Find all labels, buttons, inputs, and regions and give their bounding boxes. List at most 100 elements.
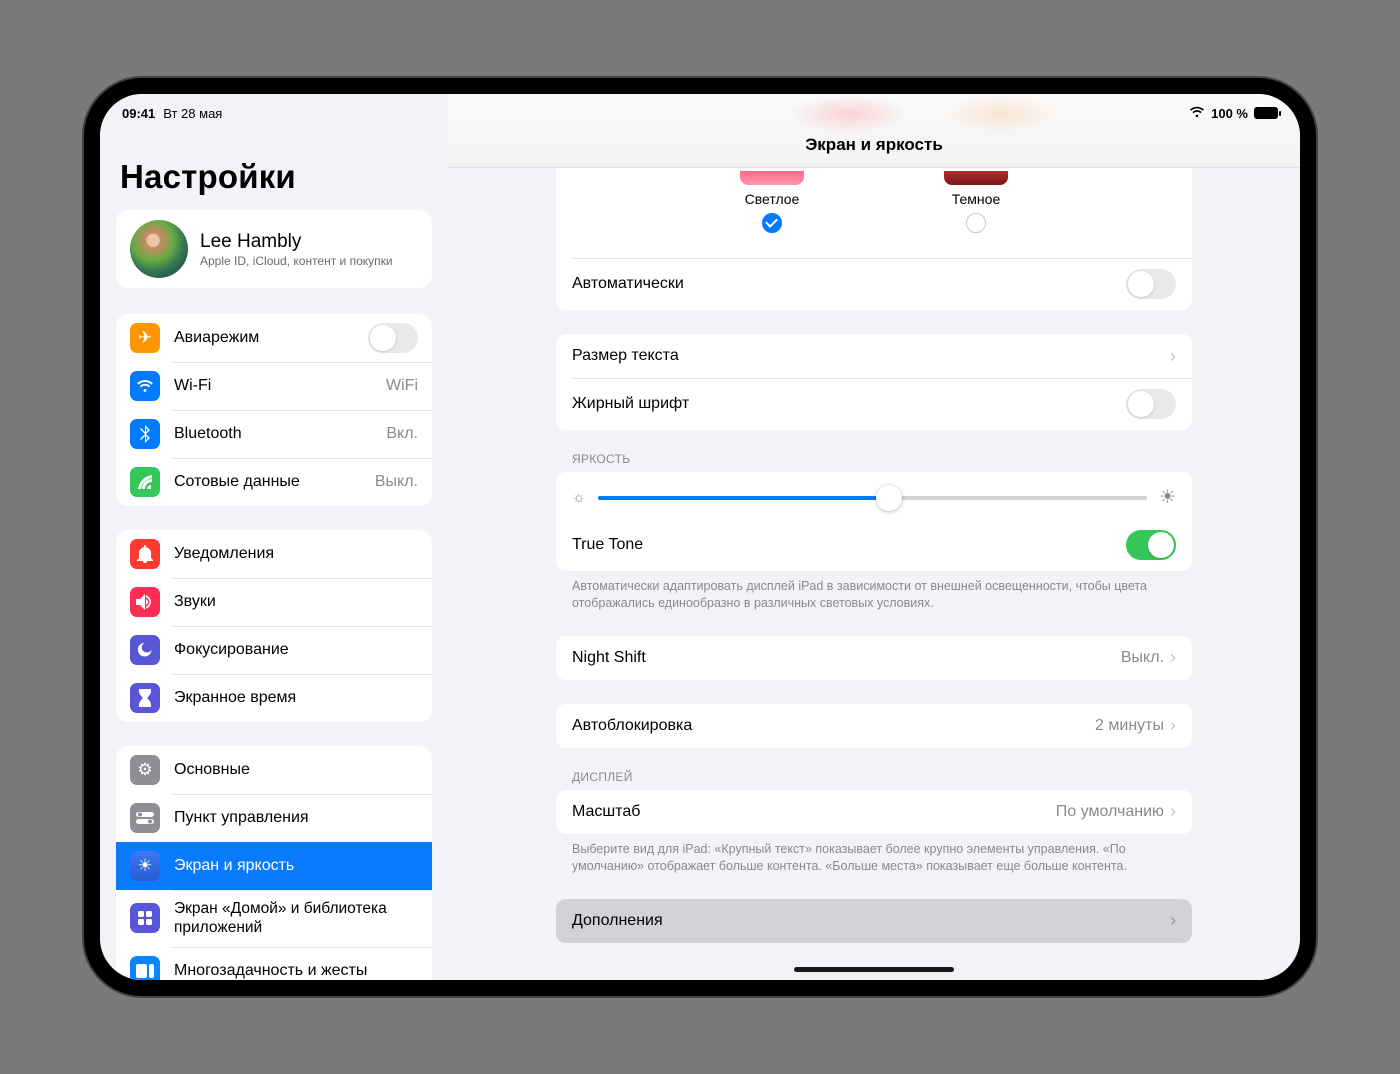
- multitask-icon: [130, 956, 160, 980]
- autolock-group: Автоблокировка 2 минуты ›: [556, 704, 1192, 748]
- light-label: Светлое: [740, 191, 804, 207]
- light-radio[interactable]: [762, 213, 782, 233]
- row-automatic[interactable]: Автоматически: [556, 258, 1192, 310]
- display-label: Экран и яркость: [174, 857, 418, 875]
- row-brightness-slider[interactable]: ☼ ☀︎: [556, 472, 1192, 519]
- appearance-group: Светлое Темное Авто: [556, 168, 1192, 310]
- speaker-icon: [130, 587, 160, 617]
- home-indicator[interactable]: [794, 967, 954, 972]
- focus-label: Фокусирование: [174, 641, 418, 659]
- dark-radio[interactable]: [966, 213, 986, 233]
- general-label: Основные: [174, 761, 418, 779]
- ipad-frame: 09:41 Вт 28 мая 100 % Настройки Lee Hamb: [84, 78, 1316, 996]
- bluetooth-icon: [130, 419, 160, 449]
- screen: 09:41 Вт 28 мая 100 % Настройки Lee Hamb: [100, 94, 1300, 980]
- control-center-label: Пункт управления: [174, 809, 418, 827]
- night-shift-label: Night Shift: [572, 649, 1121, 667]
- home-screen-label: Экран «Домой» и библиотека приложений: [174, 899, 418, 938]
- night-shift-value: Выкл.: [1121, 649, 1164, 667]
- zoom-label: Масштаб: [572, 803, 1056, 821]
- moon-icon: [130, 635, 160, 665]
- wifi-icon: [1189, 105, 1205, 121]
- night-shift-group: Night Shift Выкл. ›: [556, 636, 1192, 680]
- dark-swatch: [944, 171, 1008, 185]
- bold-text-label: Жирный шрифт: [572, 395, 1126, 413]
- zoom-group: Масштаб По умолчанию ›: [556, 790, 1192, 834]
- apple-id-row[interactable]: Lee Hambly Apple ID, iCloud, контент и п…: [116, 210, 432, 288]
- autolock-value: 2 минуты: [1095, 717, 1164, 735]
- row-autolock[interactable]: Автоблокировка 2 минуты ›: [556, 704, 1192, 748]
- cellular-value: Выкл.: [375, 473, 418, 491]
- appearance-light[interactable]: Светлое: [740, 185, 804, 233]
- automatic-toggle[interactable]: [1126, 269, 1176, 299]
- group-connectivity: ✈︎ Авиарежим Wi-Fi WiFi: [116, 314, 432, 506]
- avatar: [130, 220, 188, 278]
- chevron-icon: ›: [1170, 715, 1176, 736]
- brightness-group: ☼ ☀︎ True Tone: [556, 472, 1192, 571]
- autolock-label: Автоблокировка: [572, 717, 1095, 735]
- bluetooth-label: Bluetooth: [174, 425, 372, 443]
- airplane-toggle[interactable]: [368, 323, 418, 353]
- airplane-label: Авиарежим: [174, 329, 354, 347]
- settings-title: Настройки: [120, 158, 428, 196]
- row-cellular[interactable]: Сотовые данные Выкл.: [116, 458, 432, 506]
- sidebar: Настройки Lee Hambly Apple ID, iCloud, к…: [100, 94, 448, 980]
- multitasking-label: Многозадачность и жесты: [174, 962, 418, 980]
- status-time: 09:41: [122, 106, 155, 121]
- brightness-slider[interactable]: [598, 496, 1147, 500]
- row-wifi[interactable]: Wi-Fi WiFi: [116, 362, 432, 410]
- row-airplane[interactable]: ✈︎ Авиарежим: [116, 314, 432, 362]
- row-addons[interactable]: Дополнения ›: [556, 899, 1192, 943]
- dark-label: Темное: [944, 191, 1008, 207]
- true-tone-toggle[interactable]: [1126, 530, 1176, 560]
- row-zoom[interactable]: Масштаб По умолчанию ›: [556, 790, 1192, 834]
- group-system: ⚙ Основные Пункт управления ☀︎ Экран и я…: [116, 746, 432, 980]
- detail-title-text: Экран и яркость: [805, 135, 943, 155]
- brightness-header: ЯРКОСТЬ: [572, 452, 1192, 466]
- cellular-icon: [130, 467, 160, 497]
- sun-small-icon: ☼: [572, 489, 586, 506]
- airplane-icon: ✈︎: [130, 323, 160, 353]
- row-control-center[interactable]: Пункт управления: [116, 794, 432, 842]
- profile-sub: Apple ID, iCloud, контент и покупки: [200, 254, 393, 268]
- hourglass-icon: [130, 683, 160, 713]
- row-sounds[interactable]: Звуки: [116, 578, 432, 626]
- battery-percent: 100 %: [1211, 106, 1248, 121]
- status-date: Вт 28 мая: [163, 106, 222, 121]
- row-screentime[interactable]: Экранное время: [116, 674, 432, 722]
- sun-icon: ☀︎: [130, 851, 160, 881]
- row-bold-text[interactable]: Жирный шрифт: [556, 378, 1192, 430]
- row-display-brightness[interactable]: ☀︎ Экран и яркость: [116, 842, 432, 890]
- display-header: ДИСПЛЕЙ: [572, 770, 1192, 784]
- slider-thumb[interactable]: [876, 485, 902, 511]
- true-tone-label: True Tone: [572, 536, 1126, 554]
- row-bluetooth[interactable]: Bluetooth Вкл.: [116, 410, 432, 458]
- row-home-screen[interactable]: Экран «Домой» и библиотека приложений: [116, 890, 432, 947]
- row-true-tone[interactable]: True Tone: [556, 519, 1192, 571]
- wifi-value: WiFi: [386, 377, 418, 395]
- zoom-value: По умолчанию: [1056, 803, 1164, 821]
- detail-pane: Экран и яркость Светлое: [448, 94, 1300, 980]
- wifi-row-icon: [130, 371, 160, 401]
- row-general[interactable]: ⚙ Основные: [116, 746, 432, 794]
- profile-name: Lee Hambly: [200, 231, 393, 253]
- sun-large-icon: ☀︎: [1159, 486, 1176, 509]
- slider-fill: [598, 496, 889, 500]
- grid-icon: [130, 903, 160, 933]
- true-tone-note: Автоматически адаптировать дисплей iPad …: [572, 578, 1176, 612]
- row-multitasking[interactable]: Многозадачность и жесты: [116, 947, 432, 980]
- row-focus[interactable]: Фокусирование: [116, 626, 432, 674]
- bell-icon: [130, 539, 160, 569]
- bluetooth-value: Вкл.: [386, 425, 418, 443]
- bold-toggle[interactable]: [1126, 389, 1176, 419]
- light-swatch: [740, 171, 804, 185]
- row-text-size[interactable]: Размер текста ›: [556, 334, 1192, 378]
- row-night-shift[interactable]: Night Shift Выкл. ›: [556, 636, 1192, 680]
- gear-icon: ⚙: [130, 755, 160, 785]
- row-notifications[interactable]: Уведомления: [116, 530, 432, 578]
- chevron-icon: ›: [1170, 647, 1176, 668]
- group-alerts: Уведомления Звуки Фокусирование: [116, 530, 432, 722]
- appearance-dark[interactable]: Темное: [944, 185, 1008, 233]
- addons-group: Дополнения ›: [556, 899, 1192, 943]
- chevron-icon: ›: [1170, 801, 1176, 822]
